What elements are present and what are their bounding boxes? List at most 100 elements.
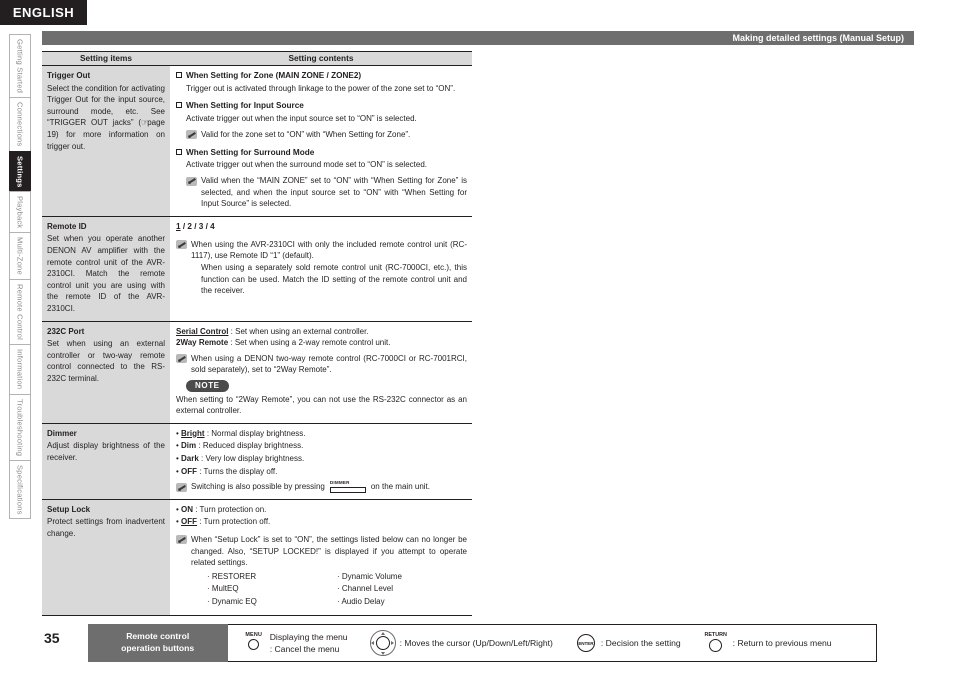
sidebar-item-label: Playback bbox=[15, 196, 25, 229]
pencil-icon bbox=[176, 240, 187, 250]
setting-item-title: 232C Port bbox=[47, 326, 85, 336]
dimmer-button-graphic: DIMMER bbox=[329, 480, 366, 493]
pencil-icon bbox=[186, 176, 197, 186]
sidebar-item-remote-control[interactable]: Remote Control bbox=[9, 279, 31, 345]
setting-item-232c-port: 232C Port Set when using an external con… bbox=[42, 321, 170, 423]
legend-item-menu-text: Displaying the menu : Cancel the menu bbox=[270, 631, 348, 656]
table-row: 232C Port Set when using an external con… bbox=[42, 321, 472, 424]
pencil-icon bbox=[176, 535, 187, 545]
setting-item-dimmer: Dimmer Adjust display brightness of the … bbox=[42, 423, 170, 499]
option-values: 1 / 2 / 3 / 4 bbox=[176, 221, 467, 233]
option-line: • Dark : Very low display brightness. bbox=[176, 454, 305, 464]
menu-key-label: MENU bbox=[245, 632, 263, 638]
cursor-down-arrow-icon bbox=[380, 651, 385, 655]
setting-item-title: Trigger Out bbox=[47, 71, 91, 80]
content-block: When Setting for Surround Mode Activate … bbox=[176, 147, 467, 210]
legend-item-menu: MENU Displaying the menu : Cancel the me… bbox=[242, 631, 348, 656]
return-key-label: RETURN bbox=[704, 632, 727, 638]
option-heading: When Setting for Input Source bbox=[176, 100, 467, 112]
square-bullet-icon bbox=[176, 72, 182, 78]
pencil-icon bbox=[176, 354, 187, 364]
option-heading-label: When Setting for Zone (MAIN ZONE / ZONE2… bbox=[186, 71, 362, 80]
setting-item-remote-id: Remote ID Set when you operate another D… bbox=[42, 216, 170, 321]
enter-circle-icon[interactable]: ENTER bbox=[575, 632, 597, 654]
tip-note-line2: When using a separately sold remote cont… bbox=[201, 262, 467, 296]
tip-note-text: When using a DENON two-way remote contro… bbox=[191, 353, 467, 375]
tip-note-pre: Switching is also possible by pressing bbox=[191, 482, 325, 492]
page-number: 35 bbox=[44, 630, 60, 646]
setting-contents-232c-port: Serial Control : Set when using an exter… bbox=[170, 322, 472, 423]
option-text: : Turn protection on. bbox=[193, 504, 267, 514]
tip-note: When using the AVR-2310CI with only the … bbox=[176, 239, 467, 297]
cursor-left-arrow-icon bbox=[371, 641, 375, 645]
setting-item-title: Dimmer bbox=[47, 428, 77, 438]
tip-note-text: When using the AVR-2310CI with only the … bbox=[191, 239, 467, 297]
option-label: Bright bbox=[181, 428, 205, 438]
table-row: Remote ID Set when you operate another D… bbox=[42, 216, 472, 322]
cursor-up-arrow-icon bbox=[380, 631, 385, 635]
option-heading: When Setting for Zone (MAIN ZONE / ZONE2… bbox=[176, 70, 467, 82]
column-header-setting-contents: Setting contents bbox=[288, 53, 354, 64]
legend-item-enter-text: : Decision the setting bbox=[600, 637, 681, 648]
sidebar-item-troubleshooting[interactable]: Troubleshooting bbox=[9, 393, 31, 460]
sidebar-item-information[interactable]: Information bbox=[9, 344, 31, 394]
option-line: • Dim : Reduced display brightness. bbox=[176, 441, 304, 451]
sidebar-item-connections[interactable]: Connections bbox=[9, 97, 31, 151]
locked-setting-item: · RESTORER bbox=[207, 571, 257, 581]
option-value-rest: / 2 / 3 / 4 bbox=[180, 221, 215, 231]
locked-settings-list: · RESTORER · MultEQ · Dynamic EQ · Dynam… bbox=[207, 571, 467, 609]
square-bullet-icon bbox=[176, 102, 182, 109]
tip-note-post: on the main unit. bbox=[370, 482, 430, 492]
sidebar-item-specifications[interactable]: Specifications bbox=[9, 459, 31, 520]
tip-note-text: Valid for the zone set to “ON” with “Whe… bbox=[201, 129, 411, 139]
language-banner-label: ENGLISH bbox=[12, 5, 75, 20]
dimmer-button-label: DIMMER bbox=[329, 480, 350, 486]
option-body: Activate trigger out when the surround m… bbox=[186, 160, 428, 170]
locked-setting-item: · MultEQ bbox=[207, 584, 239, 594]
settings-table: Setting items Setting contents Trigger O… bbox=[42, 51, 472, 616]
tip-note-text: Valid when the “MAIN ZONE” set to “ON” w… bbox=[201, 176, 467, 209]
option-line: Serial Control : Set when using an exter… bbox=[176, 326, 467, 338]
cursor-right-arrow-icon bbox=[391, 641, 395, 645]
sidebar-item-settings[interactable]: Settings bbox=[9, 150, 31, 192]
sidebar-item-multi-zone[interactable]: Multi-Zone bbox=[9, 232, 31, 280]
menu-circle-icon[interactable]: MENU bbox=[242, 632, 266, 654]
sidebar-item-getting-started[interactable]: Getting Started bbox=[9, 34, 31, 98]
sidebar-item-label: Remote Control bbox=[15, 284, 25, 341]
cursor-pad-icon[interactable] bbox=[369, 630, 396, 656]
table-row: Dimmer Adjust display brightness of the … bbox=[42, 423, 472, 500]
return-circle-icon[interactable]: RETURN bbox=[703, 632, 729, 654]
sidebar-item-label: Troubleshooting bbox=[15, 398, 25, 456]
section-header-title: Making detailed settings (Manual Setup) bbox=[732, 33, 904, 43]
footer-legend-items: MENU Displaying the menu : Cancel the me… bbox=[228, 625, 876, 661]
column-header-setting-items: Setting items bbox=[79, 53, 133, 64]
table-row: Trigger Out Select the condition for act… bbox=[42, 66, 472, 217]
footer-legend: Remote control operation buttons MENU Di… bbox=[87, 623, 877, 663]
option-text: : Turns the display off. bbox=[197, 466, 278, 476]
setting-item-desc: Set when you operate another DENON AV am… bbox=[47, 234, 165, 313]
sidebar-item-label: Multi-Zone bbox=[15, 237, 25, 276]
option-label: OFF bbox=[181, 466, 198, 476]
legend-item-enter: ENTER : Decision the setting bbox=[575, 632, 681, 654]
sidebar-item-playback[interactable]: Playback bbox=[9, 191, 31, 233]
tip-note: Valid when the “MAIN ZONE” set to “ON” w… bbox=[186, 175, 467, 210]
legend-item-return-text: : Return to previous menu bbox=[732, 637, 832, 648]
option-text: : Very low display brightness. bbox=[198, 454, 305, 464]
option-heading-label: When Setting for Surround Mode bbox=[186, 147, 315, 157]
option-label: Dark bbox=[181, 454, 199, 464]
option-text: : Normal display brightness. bbox=[204, 428, 306, 438]
tip-note-text: Switching is also possible by pressing D… bbox=[191, 481, 467, 493]
option-text: : Set when using a 2-way remote control … bbox=[228, 338, 391, 348]
option-line: 2Way Remote : Set when using a 2-way rem… bbox=[176, 337, 467, 349]
dimmer-button-box bbox=[329, 486, 366, 493]
sidebar-item-label: Getting Started bbox=[15, 39, 25, 94]
setting-contents-remote-id: 1 / 2 / 3 / 4 When using the AVR-2310CI … bbox=[170, 217, 472, 321]
setting-contents-dimmer: • Bright : Normal display brightness. • … bbox=[170, 424, 472, 499]
pencil-icon bbox=[176, 483, 187, 493]
tip-note-body: When “Setup Lock” is set to “ON”, the se… bbox=[191, 534, 467, 568]
option-line: • Bright : Normal display brightness. bbox=[176, 428, 306, 438]
sidebar-tabs: Getting Started Connections Settings Pla… bbox=[9, 34, 31, 520]
content-block: When Setting for Zone (MAIN ZONE / ZONE2… bbox=[176, 70, 467, 94]
setting-contents-setup-lock: • ON : Turn protection on. • OFF : Turn … bbox=[170, 500, 472, 615]
setting-item-title: Remote ID bbox=[47, 221, 87, 231]
